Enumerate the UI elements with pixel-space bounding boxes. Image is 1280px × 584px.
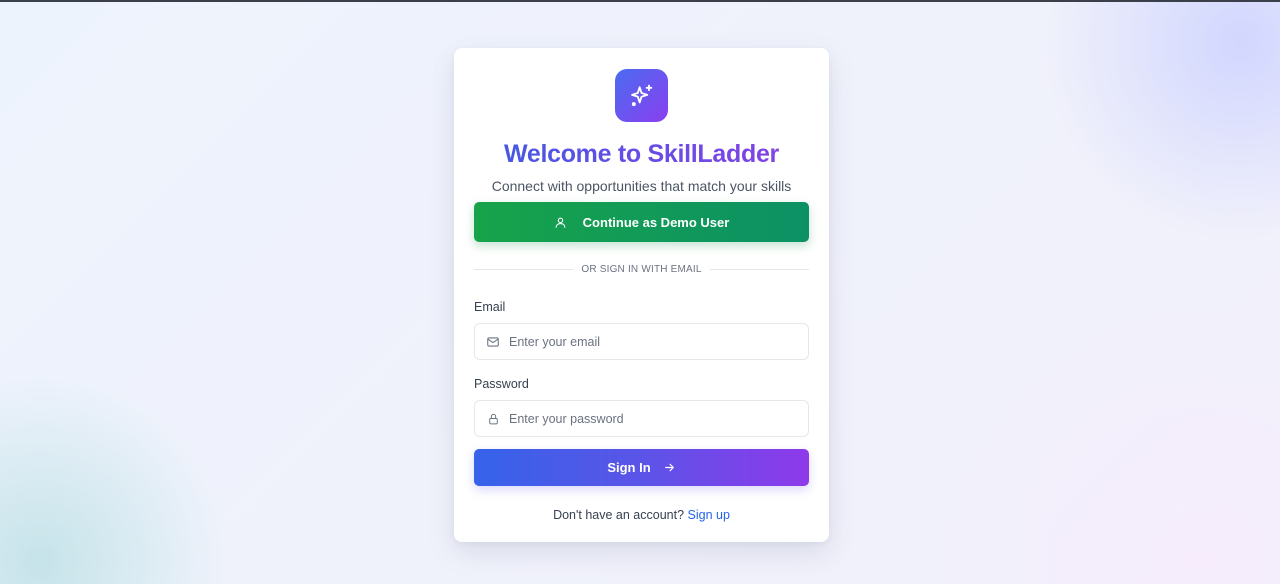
- password-label: Password: [474, 377, 529, 391]
- sparkles-icon: [630, 84, 652, 106]
- page-title: Welcome to SkillLadder: [454, 140, 829, 169]
- app-logo: [615, 69, 668, 122]
- password-field-wrapper: [474, 400, 809, 437]
- lock-icon: [488, 413, 498, 424]
- signup-prompt-text: Don't have an account?: [553, 508, 685, 522]
- signup-prompt: Don't have an account? Sign up: [454, 508, 829, 522]
- divider: OR SIGN IN WITH EMAIL: [474, 262, 810, 276]
- login-card: Welcome to SkillLadder Connect with oppo…: [454, 48, 829, 542]
- sign-up-link[interactable]: Sign up: [688, 508, 730, 522]
- email-label: Email: [474, 300, 506, 314]
- email-field-wrapper: [474, 323, 809, 360]
- demo-user-button[interactable]: Continue as Demo User: [474, 202, 809, 242]
- demo-user-button-label: Continue as Demo User: [582, 214, 730, 230]
- user-icon: [555, 217, 566, 228]
- sign-in-button-label: Sign In: [607, 460, 651, 475]
- divider-line-left: [474, 268, 574, 270]
- email-input[interactable]: [509, 334, 808, 349]
- page-subtitle: Connect with opportunities that match yo…: [491, 178, 792, 194]
- lock-icon-wrapper: [475, 412, 509, 426]
- divider-text: OR SIGN IN WITH EMAIL: [581, 263, 702, 275]
- mail-icon-wrapper: [475, 335, 509, 349]
- sign-in-button[interactable]: Sign In: [474, 449, 809, 486]
- mail-icon: [487, 336, 499, 347]
- arrow-right-icon: [664, 463, 674, 472]
- divider-line-right: [709, 268, 810, 270]
- password-input[interactable]: [509, 411, 808, 426]
